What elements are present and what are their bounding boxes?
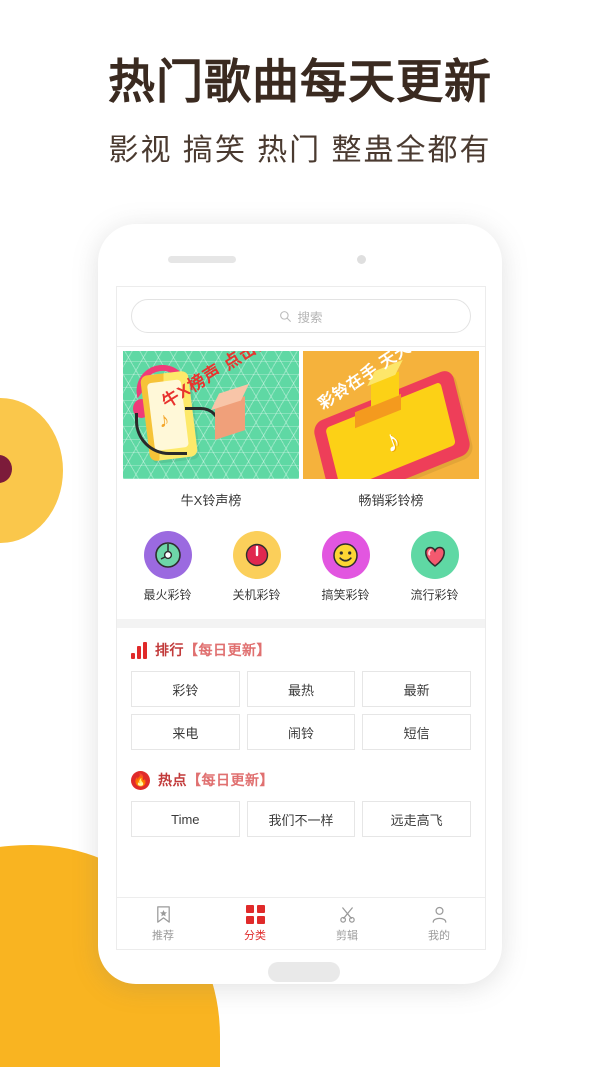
grid-icon: [245, 904, 265, 924]
ranking-section: 排行【每日更新】 彩铃 最热 最新 来电 闹铃 短信: [117, 628, 485, 758]
category-item-0[interactable]: 最火彩铃: [123, 531, 212, 603]
bar-chart-icon: [131, 641, 147, 659]
banner-row: ♪ 牛X榜声 点击探班 牛X铃声榜 ♪ 彩铃在手 天天不愁 畅销彩铃榜: [117, 347, 485, 519]
ranking-chip-2[interactable]: 最新: [362, 671, 471, 707]
smiley-glyph: [333, 542, 358, 568]
ranking-title: 排行【每日更新】: [155, 640, 271, 660]
ranking-header: 排行【每日更新】: [131, 640, 471, 660]
vinyl-disc-glyph: [154, 542, 181, 568]
hotspot-chip-0[interactable]: Time: [131, 801, 240, 837]
hotspot-chip-1[interactable]: 我们不一样: [246, 801, 356, 837]
category-item-3[interactable]: 流行彩铃: [390, 531, 479, 603]
nav-label-profile: 我的: [428, 929, 450, 942]
banner-label-1: 畅销彩铃榜: [358, 493, 424, 508]
power-glyph: [245, 543, 268, 567]
category-row: 最火彩铃 关机彩铃 搞笑彩铃 流行彩铃: [117, 519, 485, 619]
hero-title: 热门歌曲每天更新: [108, 55, 492, 110]
category-label-2: 搞笑彩铃: [321, 588, 370, 602]
banner-artwork-green: ♪ 牛X榜声 点击探班: [123, 351, 299, 479]
section-separator: [117, 619, 485, 628]
nav-item-recommend[interactable]: 推荐: [117, 898, 209, 949]
power-icon: [232, 531, 281, 579]
nav-item-edit[interactable]: 剪辑: [301, 898, 393, 949]
nav-item-profile[interactable]: 我的: [393, 898, 485, 949]
hotspot-title-text: 热点: [158, 772, 187, 788]
nav-item-category[interactable]: 分类: [209, 898, 301, 949]
category-label-3: 流行彩铃: [410, 588, 459, 602]
search-bar-container: 搜索: [117, 287, 485, 346]
phone-home-button[interactable]: [268, 962, 340, 982]
banner-card-0[interactable]: ♪ 牛X榜声 点击探班 牛X铃声榜: [123, 351, 299, 519]
hotspot-chip-grid: Time 我们不一样 远走高飞: [131, 801, 471, 845]
ranking-chip-3[interactable]: 来电: [131, 714, 240, 750]
person-icon: [432, 906, 446, 923]
search-icon: [280, 310, 292, 322]
nav-label-category: 分类: [244, 929, 266, 942]
hero-banner: 热门歌曲每天更新 影视 搞笑 热门 整蛊全都有: [0, 0, 600, 169]
ranking-title-bracket: 【每日更新】: [184, 642, 271, 658]
flame-icon: 🔥: [131, 770, 150, 790]
category-label-1: 关机彩铃: [232, 588, 281, 602]
hotspot-title: 热点【每日更新】: [158, 770, 274, 790]
bottom-nav: 推荐 分类 剪辑 我的: [117, 897, 485, 949]
search-placeholder-text: 搜索: [297, 310, 323, 325]
ranking-chip-grid: 彩铃 最热 最新 来电 闹铃 短信: [131, 671, 471, 758]
hotspot-header: 🔥 热点【每日更新】: [131, 770, 471, 790]
hotspot-title-bracket: 【每日更新】: [187, 772, 274, 788]
category-item-1[interactable]: 关机彩铃: [212, 531, 301, 603]
heart-glyph: [424, 546, 445, 567]
ranking-chip-1[interactable]: 最热: [246, 671, 356, 707]
vinyl-disc-icon: [143, 531, 192, 579]
ranking-chip-4[interactable]: 闹铃: [246, 714, 356, 750]
heart-icon: [410, 531, 459, 579]
banner-artwork-orange: ♪ 彩铃在手 天天不愁: [303, 351, 479, 479]
ranking-chip-5[interactable]: 短信: [362, 714, 471, 750]
hotspot-section: 🔥 热点【每日更新】 Time 我们不一样 远走高飞: [117, 758, 485, 845]
hotspot-chip-2[interactable]: 远走高飞: [362, 801, 471, 837]
banner-card-1[interactable]: ♪ 彩铃在手 天天不愁 畅销彩铃榜: [303, 351, 479, 519]
scissors-icon: [339, 906, 355, 923]
category-item-2[interactable]: 搞笑彩铃: [301, 531, 390, 603]
nav-label-edit: 剪辑: [336, 929, 358, 942]
bookmark-star-icon: [156, 905, 170, 923]
nav-label-recommend: 推荐: [152, 929, 174, 942]
ranking-title-text: 排行: [155, 642, 184, 658]
smiley-icon: [321, 531, 370, 579]
ranking-chip-0[interactable]: 彩铃: [131, 671, 240, 707]
phone-camera-icon: [357, 255, 366, 264]
phone-earpiece: [168, 256, 236, 263]
search-input[interactable]: 搜索: [131, 299, 471, 333]
hero-subtitle: 影视 搞笑 热门 整蛊全都有: [108, 133, 492, 167]
category-label-0: 最火彩铃: [143, 588, 192, 602]
app-screen: 搜索 ♪ 牛X榜声 点击探班 牛X铃声榜 ♪: [116, 286, 486, 950]
banner-label-0: 牛X铃声榜: [180, 493, 242, 508]
